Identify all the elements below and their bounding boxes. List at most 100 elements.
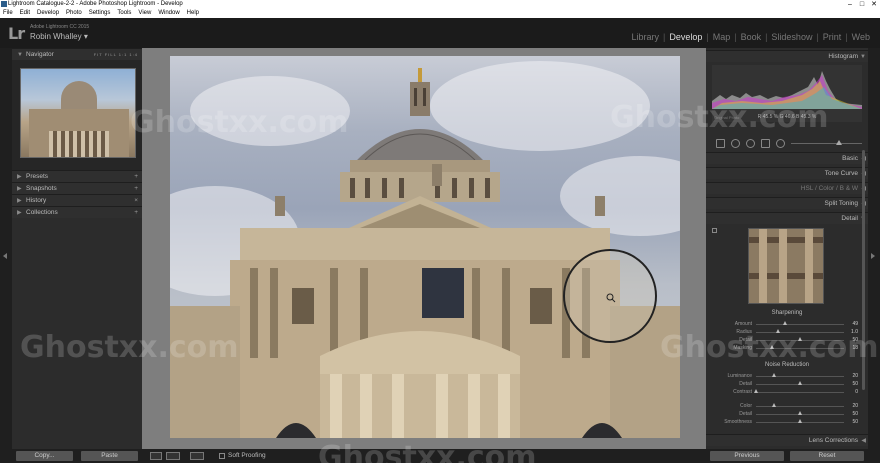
reset-button[interactable]: Reset xyxy=(790,451,864,461)
split-toning-header[interactable]: Split Toning ◀ xyxy=(706,197,868,209)
tone-curve-header[interactable]: Tone Curve ◀ xyxy=(706,167,868,179)
histogram[interactable]: R 45.5 % G 46.6 B 45.3 % Original Photo xyxy=(712,65,862,122)
slider-thumb[interactable] xyxy=(783,321,788,325)
noise-slider-detail[interactable]: Detail 50 xyxy=(712,410,862,418)
histogram-header[interactable]: Histogram ▼ xyxy=(706,50,868,62)
paste-button[interactable]: Paste xyxy=(81,451,138,461)
navigator-header[interactable]: ▼ Navigator FIT FILL 1:1 1:4 xyxy=(12,48,142,60)
copy-button[interactable]: Copy... xyxy=(16,451,73,461)
detail-target-icon[interactable] xyxy=(712,228,717,233)
slider-value[interactable]: 20 xyxy=(852,373,858,379)
identity-plate[interactable]: Robin Whalley ▾ xyxy=(30,32,88,41)
noise-slider-smoothness[interactable]: Smoothness 50 xyxy=(712,418,862,426)
collections-header[interactable]: ▶ Collections + xyxy=(12,206,142,218)
slider-track[interactable] xyxy=(756,406,844,407)
sharpening-slider-amount[interactable]: Amount 49 xyxy=(712,320,862,328)
module-book[interactable]: Book xyxy=(737,32,766,42)
noise-slider-detail[interactable]: Detail 50 xyxy=(712,380,862,388)
module-map[interactable]: Map xyxy=(709,32,735,42)
previous-button[interactable]: Previous xyxy=(710,451,784,461)
slider-thumb[interactable] xyxy=(798,381,802,385)
menu-photo[interactable]: Photo xyxy=(66,9,82,18)
hsl-label[interactable]: HSL xyxy=(801,185,813,192)
sharpening-slider-radius[interactable]: Radius 1.0 xyxy=(712,328,862,336)
spot-removal-icon[interactable] xyxy=(731,138,740,148)
hsl-header[interactable]: HSL / Color / B & W ◀ xyxy=(706,182,868,194)
sharpening-slider-detail[interactable]: Detail 50 xyxy=(712,336,862,344)
minimize-icon[interactable]: – xyxy=(844,0,856,9)
grid-overlay-icon[interactable] xyxy=(716,138,725,148)
slider-value[interactable]: 49 xyxy=(852,321,858,327)
main-photo[interactable] xyxy=(170,56,680,438)
before-after-icon[interactable] xyxy=(166,452,180,460)
collections-label: Collections xyxy=(26,209,58,216)
slider-value[interactable]: 1.0 xyxy=(851,329,858,335)
slider-value[interactable]: 0 xyxy=(855,389,858,395)
bw-label[interactable]: B & W xyxy=(840,185,858,192)
slider-value[interactable]: 50 xyxy=(852,381,858,387)
basic-header[interactable]: Basic ◀ xyxy=(706,152,868,164)
slider-thumb[interactable] xyxy=(771,403,776,407)
module-develop[interactable]: Develop xyxy=(665,32,706,42)
module-slideshow[interactable]: Slideshow xyxy=(767,32,816,42)
slider-thumb[interactable] xyxy=(754,389,758,393)
radial-filter-icon[interactable] xyxy=(776,138,785,148)
slider-thumb[interactable] xyxy=(776,329,780,333)
slider-thumb[interactable] xyxy=(798,337,802,341)
menu-file[interactable]: File xyxy=(3,9,13,18)
color-label[interactable]: Color xyxy=(819,185,835,192)
sharpening-slider-masking[interactable]: Masking 18 xyxy=(712,344,862,352)
slider-thumb[interactable] xyxy=(798,419,802,423)
menu-edit[interactable]: Edit xyxy=(20,9,30,18)
lens-corrections-header[interactable]: Lens Corrections ◀ xyxy=(706,434,868,446)
slider-value[interactable]: 50 xyxy=(852,411,858,417)
detail-header[interactable]: Detail ▼ xyxy=(706,212,868,224)
menu-help[interactable]: Help xyxy=(187,9,199,18)
compare-icon[interactable] xyxy=(190,452,204,460)
maximize-icon[interactable]: □ xyxy=(856,0,868,9)
slider-track[interactable] xyxy=(756,376,844,377)
slider-value[interactable]: 50 xyxy=(852,419,858,425)
noise-slider-luminance[interactable]: Luminance 20 xyxy=(712,372,862,380)
module-web[interactable]: Web xyxy=(848,32,874,42)
menu-settings[interactable]: Settings xyxy=(89,9,111,18)
slider-track[interactable] xyxy=(756,324,844,325)
slider-value[interactable]: 50 xyxy=(852,337,858,343)
slider-value[interactable]: 18 xyxy=(852,345,858,351)
presets-header[interactable]: ▶ Presets + xyxy=(12,170,142,182)
menu-view[interactable]: View xyxy=(138,9,151,18)
slider-value[interactable]: 20 xyxy=(852,403,858,409)
collapse-left-icon xyxy=(3,253,7,259)
right-panel-footer: Previous Reset xyxy=(706,449,868,463)
snapshots-header[interactable]: ▶ Snapshots + xyxy=(12,182,142,194)
right-panel-toggle[interactable] xyxy=(868,48,880,463)
slider-thumb[interactable] xyxy=(769,345,774,349)
loupe-view-icon[interactable] xyxy=(150,452,162,460)
slider-label: Color xyxy=(740,403,752,409)
right-panel-scrollbar[interactable] xyxy=(862,150,865,390)
red-eye-icon[interactable] xyxy=(746,138,755,148)
slider-label: Detail xyxy=(739,411,752,417)
slider-thumb[interactable] xyxy=(771,373,776,377)
menu-window[interactable]: Window xyxy=(158,9,179,18)
graduated-filter-icon[interactable] xyxy=(761,138,770,148)
image-view[interactable] xyxy=(142,48,706,449)
module-print[interactable]: Print xyxy=(819,32,846,42)
soft-proofing-checkbox[interactable] xyxy=(219,453,225,459)
add-collection-icon[interactable]: + xyxy=(134,207,138,219)
navigator-thumbnail[interactable] xyxy=(20,68,136,158)
navigator-preview[interactable] xyxy=(12,60,142,170)
history-header[interactable]: ▶ History × xyxy=(12,194,142,206)
noise-slider-contrast[interactable]: Contrast 0 xyxy=(712,388,862,396)
slider-track[interactable] xyxy=(756,392,844,393)
left-panel-toggle[interactable] xyxy=(0,48,12,463)
slider-thumb[interactable] xyxy=(798,411,802,415)
detail-preview[interactable] xyxy=(748,228,824,304)
close-icon[interactable]: ✕ xyxy=(868,0,880,9)
menu-develop[interactable]: Develop xyxy=(37,9,59,18)
module-library[interactable]: Library xyxy=(627,32,663,42)
adjustment-brush-slider[interactable] xyxy=(791,139,862,145)
slider-track[interactable] xyxy=(756,332,844,333)
noise-slider-color[interactable]: Color 20 xyxy=(712,402,862,410)
menu-tools[interactable]: Tools xyxy=(117,9,131,18)
